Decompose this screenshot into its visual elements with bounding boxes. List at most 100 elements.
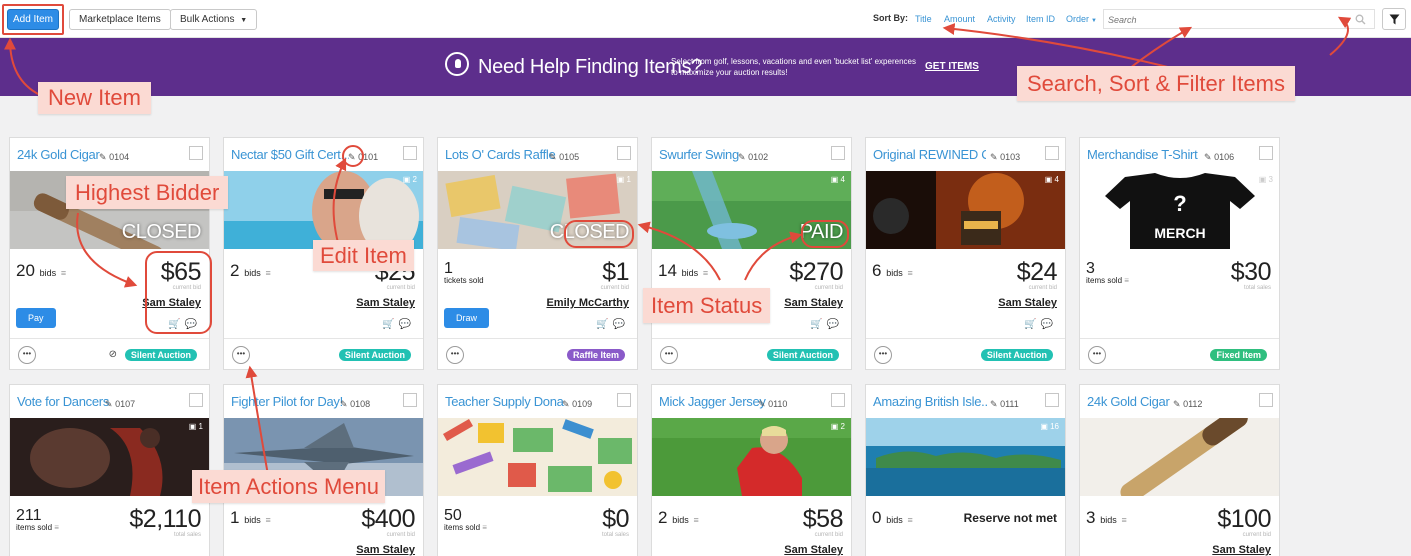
- item-title[interactable]: Vote for Dancers: [17, 394, 167, 409]
- item-type-badge: Raffle Item: [566, 349, 625, 361]
- list-icon: ≡: [693, 515, 699, 525]
- pencil-icon[interactable]: ✎: [105, 399, 113, 409]
- item-type-badge: Silent Auction: [766, 349, 839, 361]
- select-checkbox[interactable]: [617, 393, 631, 407]
- comment-icon[interactable]: 💬: [1041, 319, 1057, 330]
- highest-bidder[interactable]: Sam Staley: [1212, 544, 1271, 556]
- select-checkbox[interactable]: [1045, 393, 1059, 407]
- select-checkbox[interactable]: [617, 146, 631, 160]
- item-card[interactable]: Vote for Dancers ✎ 0107 ▣ 1 211 items sol…: [9, 384, 210, 556]
- bulk-actions-dropdown[interactable]: Bulk Actions ▼: [170, 9, 258, 30]
- item-title[interactable]: 24k Gold Cigar: [1087, 394, 1237, 409]
- comment-icon[interactable]: 💬: [613, 319, 629, 330]
- edit-item-highlight: [342, 145, 364, 167]
- select-checkbox[interactable]: [189, 146, 203, 160]
- select-checkbox[interactable]: [189, 393, 203, 407]
- list-icon: ≡: [907, 515, 913, 525]
- item-card[interactable]: Mick Jagger Jersey ✎ 0110 ▣ 2 2 bids ≡ $…: [651, 384, 852, 556]
- cart-icon[interactable]: 🛒: [1024, 319, 1040, 330]
- item-title[interactable]: Swurfer Swing: [659, 147, 809, 162]
- chevron-down-icon: ▼: [1091, 18, 1097, 24]
- item-actions-menu[interactable]: •••: [446, 346, 464, 364]
- highest-bidder[interactable]: Sam Staley: [356, 297, 415, 309]
- item-image[interactable]: [438, 418, 637, 496]
- closed-status-highlight: [564, 220, 634, 248]
- banner-subtext: Select from golf, lessons, vacations and…: [671, 57, 916, 77]
- sort-amount-link[interactable]: Amount: [944, 14, 975, 24]
- item-card[interactable]: 24k Gold Cigar ✎ 0112 3 bids ≡ $100 curr…: [1079, 384, 1280, 556]
- pencil-icon[interactable]: ✎: [990, 399, 998, 409]
- sort-activity-link[interactable]: Activity: [987, 14, 1016, 24]
- item-card[interactable]: Amazing British Isle... ✎ 0111 ▣ 16 0 bi…: [865, 384, 1066, 556]
- pencil-icon[interactable]: ✎: [562, 399, 570, 409]
- item-image[interactable]: ? MERCH ▣ 3: [1080, 171, 1279, 249]
- pencil-icon[interactable]: ✎: [990, 152, 998, 162]
- item-image[interactable]: ▣ 2: [652, 418, 851, 496]
- item-image[interactable]: ▣ 1: [10, 418, 209, 496]
- highest-bidder[interactable]: Emily McCarthy: [546, 297, 629, 309]
- search-icon[interactable]: [1355, 14, 1366, 25]
- current-amount: $100: [1217, 505, 1271, 533]
- pencil-icon[interactable]: ✎: [99, 152, 107, 162]
- get-items-link[interactable]: GET ITEMS: [925, 61, 979, 72]
- item-title[interactable]: Original REWINED C...: [873, 147, 986, 162]
- item-actions-menu[interactable]: •••: [874, 346, 892, 364]
- highest-bidder[interactable]: Sam Staley: [998, 297, 1057, 309]
- pencil-icon[interactable]: ✎: [340, 399, 348, 409]
- select-checkbox[interactable]: [831, 146, 845, 160]
- select-checkbox[interactable]: [831, 393, 845, 407]
- pencil-icon[interactable]: ✎: [1173, 399, 1181, 409]
- current-amount: $24: [1016, 258, 1058, 286]
- item-image[interactable]: [1080, 418, 1279, 496]
- select-checkbox[interactable]: [1045, 146, 1059, 160]
- item-actions-menu[interactable]: •••: [18, 346, 36, 364]
- item-card[interactable]: Original REWINED C... ✎ 0103 ▣ 4 6 bids …: [865, 137, 1066, 370]
- select-checkbox[interactable]: [403, 146, 417, 160]
- item-card[interactable]: Merchandise T-Shirt ✎ 0106 ? MERCH ▣ 3 3…: [1079, 137, 1280, 370]
- item-actions-menu[interactable]: •••: [1088, 346, 1106, 364]
- item-title[interactable]: Nectar $50 Gift Cert...: [231, 147, 349, 162]
- item-image[interactable]: ▣ 4: [866, 171, 1065, 249]
- marketplace-items-button[interactable]: Marketplace Items: [69, 9, 171, 30]
- divider: [438, 338, 637, 339]
- item-card[interactable]: Teacher Supply Dona... ✎ 0109 50 items so…: [437, 384, 638, 556]
- sort-order-dropdown[interactable]: Order ▼: [1066, 14, 1097, 24]
- svg-text:MERCH: MERCH: [1154, 225, 1205, 241]
- item-card[interactable]: Swurfer Swing ✎ 0102 ▣ 4 PAID 14 bids ≡ …: [651, 137, 852, 370]
- filter-button[interactable]: [1382, 8, 1406, 30]
- highest-bidder[interactable]: Sam Staley: [356, 544, 415, 556]
- list-icon: ≡: [265, 268, 271, 278]
- item-actions-menu[interactable]: •••: [660, 346, 678, 364]
- cart-icon[interactable]: 🛒: [596, 319, 612, 330]
- search-input[interactable]: [1104, 11, 1344, 29]
- comment-icon[interactable]: 💬: [399, 319, 415, 330]
- item-title[interactable]: Teacher Supply Dona...: [445, 394, 565, 409]
- pencil-icon[interactable]: ✎: [738, 152, 746, 162]
- select-checkbox[interactable]: [1259, 146, 1273, 160]
- pencil-icon[interactable]: ✎: [1204, 152, 1212, 162]
- item-card[interactable]: Lots O' Cards Raffle ✎ 0105 ▣ 1 CLOSED 1…: [437, 137, 638, 370]
- item-image[interactable]: ▣ 2: [224, 171, 423, 249]
- bid-count: 3 bids ≡: [1086, 508, 1127, 527]
- comment-icon[interactable]: 💬: [827, 319, 843, 330]
- select-checkbox[interactable]: [403, 393, 417, 407]
- item-actions-menu[interactable]: •••: [232, 346, 250, 364]
- pencil-icon[interactable]: ✎: [758, 399, 766, 409]
- hidden-eye-icon[interactable]: ⊘: [109, 349, 117, 360]
- item-image[interactable]: ▣ 16: [866, 418, 1065, 496]
- sort-title-link[interactable]: Title: [915, 14, 932, 24]
- pencil-icon[interactable]: ✎: [549, 152, 557, 162]
- item-title[interactable]: Amazing British Isle...: [873, 394, 988, 409]
- cart-icon[interactable]: 🛒: [382, 319, 398, 330]
- pay-button[interactable]: Pay: [16, 308, 56, 328]
- draw-button[interactable]: Draw: [444, 308, 490, 328]
- highest-bidder[interactable]: Sam Staley: [784, 544, 843, 556]
- item-title[interactable]: 24k Gold Cigar: [17, 147, 167, 162]
- sort-item-id-link[interactable]: Item ID: [1026, 14, 1055, 24]
- highest-bidder[interactable]: Sam Staley: [784, 297, 843, 309]
- sort-order-label: Order: [1066, 14, 1090, 24]
- select-checkbox[interactable]: [1259, 393, 1273, 407]
- divider: [1080, 338, 1279, 339]
- cart-icon[interactable]: 🛒: [810, 319, 826, 330]
- amount-label: total sales: [173, 532, 201, 538]
